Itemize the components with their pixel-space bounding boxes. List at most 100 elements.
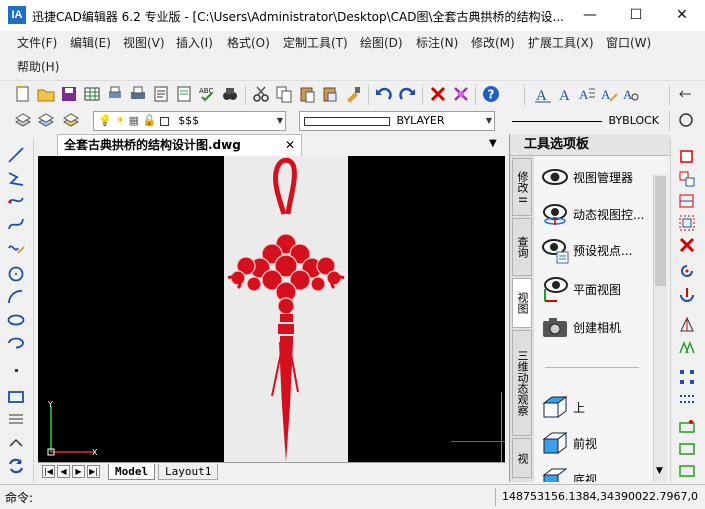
menu-window[interactable]: 窗口(W) [606,34,651,51]
drawing-canvas[interactable]: Y X [38,156,505,462]
layer-manager-icon[interactable] [14,111,32,129]
grid-icon[interactable] [83,85,101,103]
polyline-icon[interactable] [7,169,25,187]
tool-bottom-view[interactable]: 底视 [539,463,657,482]
layer-dropdown[interactable]: 💡 ☀ ▦ 🔓 $$$ ▼ [93,111,286,131]
extend-icon[interactable] [678,390,696,408]
model-tab[interactable]: Model [108,464,156,480]
tool-create-camera[interactable]: 创建相机 [539,311,657,343]
arrow-left-icon[interactable] [676,85,694,103]
offset-icon[interactable] [678,214,696,232]
arc-icon[interactable] [7,288,25,306]
line-icon[interactable] [7,146,25,164]
hatch-icon[interactable] [7,411,25,429]
linetype-dropdown[interactable]: BYLAYER ▼ [299,111,495,131]
ellipse-arc-icon[interactable] [7,334,25,352]
palette-scrollbar[interactable]: ▼ [653,174,667,482]
save-icon[interactable] [60,85,78,103]
tab-more[interactable]: 视 [512,438,532,478]
single-line-text-icon[interactable]: A [556,85,574,103]
command-input[interactable] [42,488,490,506]
undo-icon[interactable] [375,85,393,103]
tab-close-icon[interactable]: ✕ [285,135,295,155]
last-tab-icon[interactable]: ▶| [87,465,100,478]
paste-special-icon[interactable] [321,85,339,103]
erase-object-icon[interactable] [452,85,470,103]
menu-extension-tools[interactable]: 扩展工具(X) [528,34,594,51]
tab-3d-orbit[interactable]: 三维动态观察 [512,330,532,436]
open-folder-icon[interactable] [37,85,55,103]
match-properties-icon[interactable] [344,85,362,103]
array-icon[interactable] [678,338,696,356]
layer-state-icon[interactable] [37,111,55,129]
menu-help[interactable]: 帮助(H) [17,58,59,75]
menu-modify[interactable]: 修改(M) [471,34,515,51]
multiline-text-icon[interactable]: A [578,85,596,103]
tool-top-view[interactable]: 上 [539,391,657,423]
menu-custom-tools[interactable]: 定制工具(T) [283,34,348,51]
plot-icon[interactable] [175,85,193,103]
circle-tool-icon[interactable] [676,111,694,129]
menu-draw[interactable]: 绘图(D) [360,34,403,51]
tool-preset-viewpoint[interactable]: 预设视点... [539,234,657,266]
previous-tab-icon[interactable]: ◀ [57,465,70,478]
tool-dynamic-view[interactable]: 动态视图控... [539,198,657,230]
tool-front-view[interactable]: 前视 [539,427,657,459]
chevron-up-icon[interactable] [7,434,25,452]
document-tab[interactable]: 全套古典拱桥的结构设计图.dwg ✕ [57,134,302,156]
find-icon[interactable] [221,85,239,103]
menu-insert[interactable]: 插入(I) [176,34,213,51]
scale-icon[interactable] [678,286,696,304]
break-icon[interactable] [678,418,696,436]
menu-dimension[interactable]: 标注(N) [416,34,458,51]
lineweight-dropdown[interactable]: BYBLOCK [507,111,659,131]
edit-text-icon[interactable]: A [600,85,618,103]
delete-icon[interactable] [429,85,447,103]
point-icon[interactable] [7,361,25,379]
ellipse-icon[interactable] [7,311,25,329]
find-text-icon[interactable]: A [622,85,640,103]
tab-modify-ii[interactable]: 修改 II [512,158,532,216]
tab-query[interactable]: 查询 [512,218,532,276]
maximize-button[interactable]: ☐ [613,0,659,31]
delete-x-icon[interactable] [678,236,696,254]
tab-list-icon[interactable]: ▼ [489,138,497,149]
construction-line-icon[interactable] [7,192,25,210]
erase-icon[interactable] [678,148,696,166]
circle-icon[interactable] [7,265,25,283]
first-tab-icon[interactable]: |◀ [42,465,55,478]
menu-edit[interactable]: 编辑(E) [70,34,111,51]
paste-icon[interactable] [298,85,316,103]
tool-plan-view[interactable]: 平面视图 [539,273,657,305]
close-button[interactable]: ✕ [659,0,705,31]
sketch-icon[interactable] [7,238,25,256]
menu-view[interactable]: 视图(V) [123,34,165,51]
print-preview-icon[interactable] [106,85,124,103]
layout1-tab[interactable]: Layout1 [158,464,219,480]
copy-icon[interactable] [275,85,293,103]
publish-icon[interactable] [152,85,170,103]
menu-file[interactable]: 文件(F) [17,34,57,51]
print-icon[interactable] [129,85,147,103]
text-style-icon[interactable]: A [534,85,552,103]
mirror-icon[interactable] [678,192,696,210]
spell-check-icon[interactable]: ABC [198,85,216,103]
trim-icon[interactable] [678,368,696,386]
new-file-icon[interactable] [14,85,32,103]
copy-object-icon[interactable] [678,170,696,188]
join-icon[interactable] [678,440,696,458]
tab-view[interactable]: 视图 [512,278,532,328]
scrollbar-thumb[interactable] [655,176,666,286]
next-tab-icon[interactable]: ▶ [72,465,85,478]
cut-icon[interactable] [252,85,270,103]
refresh-icon[interactable] [7,457,25,475]
minimize-button[interactable]: — [567,0,613,31]
rotate-icon[interactable] [678,262,696,280]
help-icon[interactable]: ? [482,85,500,103]
redo-icon[interactable] [398,85,416,103]
menu-format[interactable]: 格式(O) [227,34,270,51]
tool-view-manager[interactable]: 视图管理器 [539,161,657,193]
stretch-icon[interactable] [678,316,696,334]
scroll-down-icon[interactable]: ▼ [656,466,663,476]
chamfer-icon[interactable] [678,462,696,480]
